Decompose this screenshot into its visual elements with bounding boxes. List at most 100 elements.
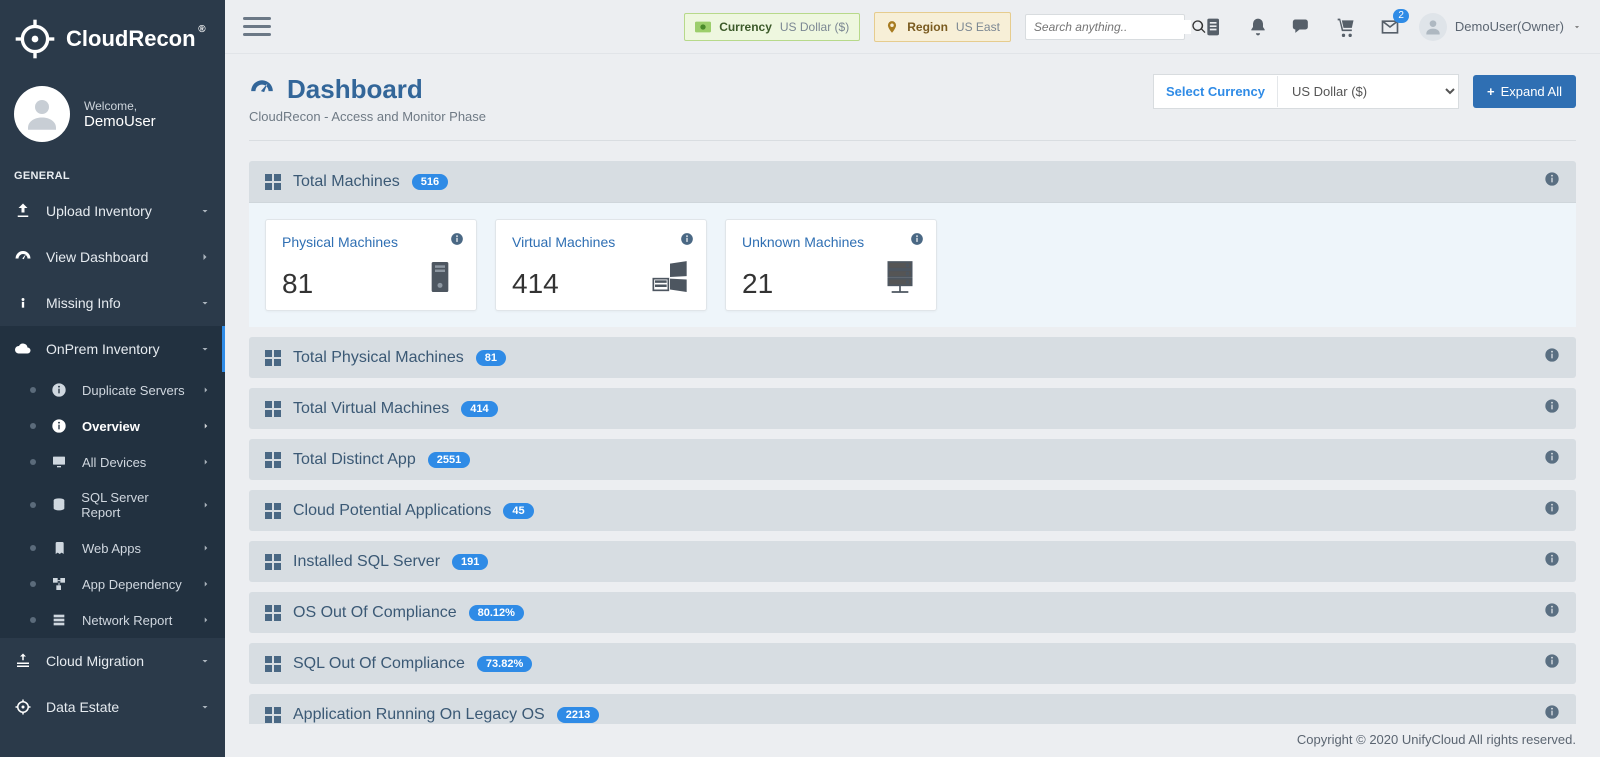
network-icon bbox=[50, 612, 68, 628]
info-icon[interactable] bbox=[1544, 398, 1560, 419]
nav-network-report[interactable]: Network Report bbox=[0, 602, 225, 638]
database-icon bbox=[50, 497, 67, 513]
gauge-icon bbox=[14, 248, 32, 266]
monitor-icon bbox=[50, 454, 68, 470]
gauge-icon bbox=[249, 77, 275, 103]
panel-header[interactable]: Total Machines 516 bbox=[249, 161, 1576, 202]
region-selector[interactable]: Region US East bbox=[874, 12, 1011, 42]
panel-count: 80.12% bbox=[469, 605, 524, 621]
info-icon[interactable] bbox=[1544, 347, 1560, 368]
plus-icon: + bbox=[1487, 84, 1495, 99]
card-physical-machines[interactable]: Physical Machines 81 bbox=[265, 219, 477, 311]
nav-sql-server-report[interactable]: SQL Server Report bbox=[0, 480, 225, 530]
nav-missing-info[interactable]: Missing Info bbox=[0, 280, 225, 326]
nav-onprem-inventory[interactable]: OnPrem Inventory bbox=[0, 326, 225, 372]
chevron-down-icon bbox=[199, 297, 211, 309]
chevron-down-icon bbox=[199, 655, 211, 667]
server-tower-icon bbox=[418, 257, 462, 300]
page-subtitle: CloudRecon - Access and Monitor Phase bbox=[249, 109, 486, 124]
nav-cloud-migration[interactable]: Cloud Migration bbox=[0, 638, 225, 684]
panel-header[interactable]: Installed SQL Server 191 bbox=[249, 541, 1576, 582]
currency-picker-select[interactable]: US Dollar ($) bbox=[1278, 75, 1458, 108]
nav-web-apps[interactable]: Web Apps bbox=[0, 530, 225, 566]
card-title: Virtual Machines bbox=[512, 234, 690, 250]
panel-count: 414 bbox=[461, 401, 497, 417]
info-icon[interactable] bbox=[1544, 500, 1560, 521]
nav-all-devices[interactable]: All Devices bbox=[0, 444, 225, 480]
pin-icon bbox=[885, 19, 899, 35]
card-title: Physical Machines bbox=[282, 234, 460, 250]
nav-duplicate-servers[interactable]: Duplicate Servers bbox=[0, 372, 225, 408]
info-circle-icon bbox=[50, 418, 68, 434]
region-value: US East bbox=[956, 20, 1000, 34]
profile-block: Welcome, DemoUser bbox=[0, 78, 225, 156]
panel-title: Installed SQL Server bbox=[293, 553, 440, 571]
info-icon[interactable] bbox=[680, 232, 694, 246]
docs-icon[interactable] bbox=[1199, 12, 1229, 42]
divider bbox=[249, 140, 1576, 141]
info-icon[interactable] bbox=[1544, 704, 1560, 724]
nav-overview[interactable]: Overview bbox=[0, 408, 225, 444]
brand-logo: CloudRecon® bbox=[0, 0, 225, 78]
user-display: DemoUser(Owner) bbox=[1455, 19, 1564, 34]
info-icon[interactable] bbox=[450, 232, 464, 246]
panel-title: Cloud Potential Applications bbox=[293, 502, 491, 520]
info-icon[interactable] bbox=[1544, 602, 1560, 623]
card-unknown-machines[interactable]: Unknown Machines 21 bbox=[725, 219, 937, 311]
panel-legacy-os-apps: Application Running On Legacy OS 2213 bbox=[249, 694, 1576, 724]
nav-data-estate[interactable]: Data Estate bbox=[0, 684, 225, 730]
chevron-right-icon bbox=[201, 615, 211, 625]
panel-header[interactable]: Total Virtual Machines 414 bbox=[249, 388, 1576, 429]
card-virtual-machines[interactable]: Virtual Machines 414 bbox=[495, 219, 707, 311]
panel-count: 81 bbox=[476, 350, 506, 366]
panel-os-compliance: OS Out Of Compliance 80.12% bbox=[249, 592, 1576, 633]
search-box[interactable] bbox=[1025, 14, 1185, 40]
panel-header[interactable]: OS Out Of Compliance 80.12% bbox=[249, 592, 1576, 633]
bullet-icon bbox=[30, 387, 36, 393]
grid-icon bbox=[265, 605, 281, 621]
onprem-submenu: Duplicate Servers Overview All Devices S… bbox=[0, 372, 225, 638]
info-icon[interactable] bbox=[1544, 171, 1560, 192]
dependency-icon bbox=[50, 576, 68, 592]
panel-title: Total Virtual Machines bbox=[293, 400, 449, 418]
menu-toggle[interactable] bbox=[243, 12, 271, 41]
info-icon[interactable] bbox=[1544, 449, 1560, 470]
topbar: Currency US Dollar ($) Region US East 2 bbox=[225, 0, 1600, 54]
card-title: Unknown Machines bbox=[742, 234, 920, 250]
mail-icon[interactable]: 2 bbox=[1375, 12, 1405, 42]
panel-header[interactable]: Application Running On Legacy OS 2213 bbox=[249, 694, 1576, 724]
panel-header[interactable]: Cloud Potential Applications 45 bbox=[249, 490, 1576, 531]
grid-icon bbox=[265, 554, 281, 570]
chevron-down-icon bbox=[199, 343, 211, 355]
logo-icon bbox=[14, 18, 56, 60]
info-icon[interactable] bbox=[1544, 653, 1560, 674]
nav-upload-inventory[interactable]: Upload Inventory bbox=[0, 188, 225, 234]
chevron-right-icon bbox=[201, 421, 211, 431]
info-icon[interactable] bbox=[1544, 551, 1560, 572]
bell-icon[interactable] bbox=[1243, 12, 1273, 42]
panel-count: 2551 bbox=[428, 452, 470, 468]
grid-icon bbox=[265, 401, 281, 417]
panel-count: 191 bbox=[452, 554, 488, 570]
info-icon[interactable] bbox=[910, 232, 924, 246]
windows-vm-icon bbox=[648, 257, 692, 300]
nav-view-dashboard[interactable]: View Dashboard bbox=[0, 234, 225, 280]
currency-selector[interactable]: Currency US Dollar ($) bbox=[684, 13, 860, 41]
search-input[interactable] bbox=[1034, 20, 1191, 34]
nav-app-dependency[interactable]: App Dependency bbox=[0, 566, 225, 602]
panel-title: Total Machines bbox=[293, 173, 400, 191]
grid-icon bbox=[265, 174, 281, 190]
panel-header[interactable]: SQL Out Of Compliance 73.82% bbox=[249, 643, 1576, 684]
panel-header[interactable]: Total Physical Machines 81 bbox=[249, 337, 1576, 378]
user-menu[interactable]: DemoUser(Owner) bbox=[1419, 13, 1582, 41]
cloud-icon bbox=[14, 340, 32, 358]
panel-total-machines: Total Machines 516 Physical Machines 81 … bbox=[249, 161, 1576, 327]
region-label: Region bbox=[907, 20, 948, 34]
cart-icon[interactable] bbox=[1331, 12, 1361, 42]
chat-icon[interactable] bbox=[1287, 12, 1317, 42]
sidebar: CloudRecon® Welcome, DemoUser GENERAL Up… bbox=[0, 0, 225, 757]
panel-total-virtual: Total Virtual Machines 414 bbox=[249, 388, 1576, 429]
expand-all-button[interactable]: + Expand All bbox=[1473, 75, 1576, 108]
panel-header[interactable]: Total Distinct App 2551 bbox=[249, 439, 1576, 480]
bullet-icon bbox=[30, 617, 36, 623]
